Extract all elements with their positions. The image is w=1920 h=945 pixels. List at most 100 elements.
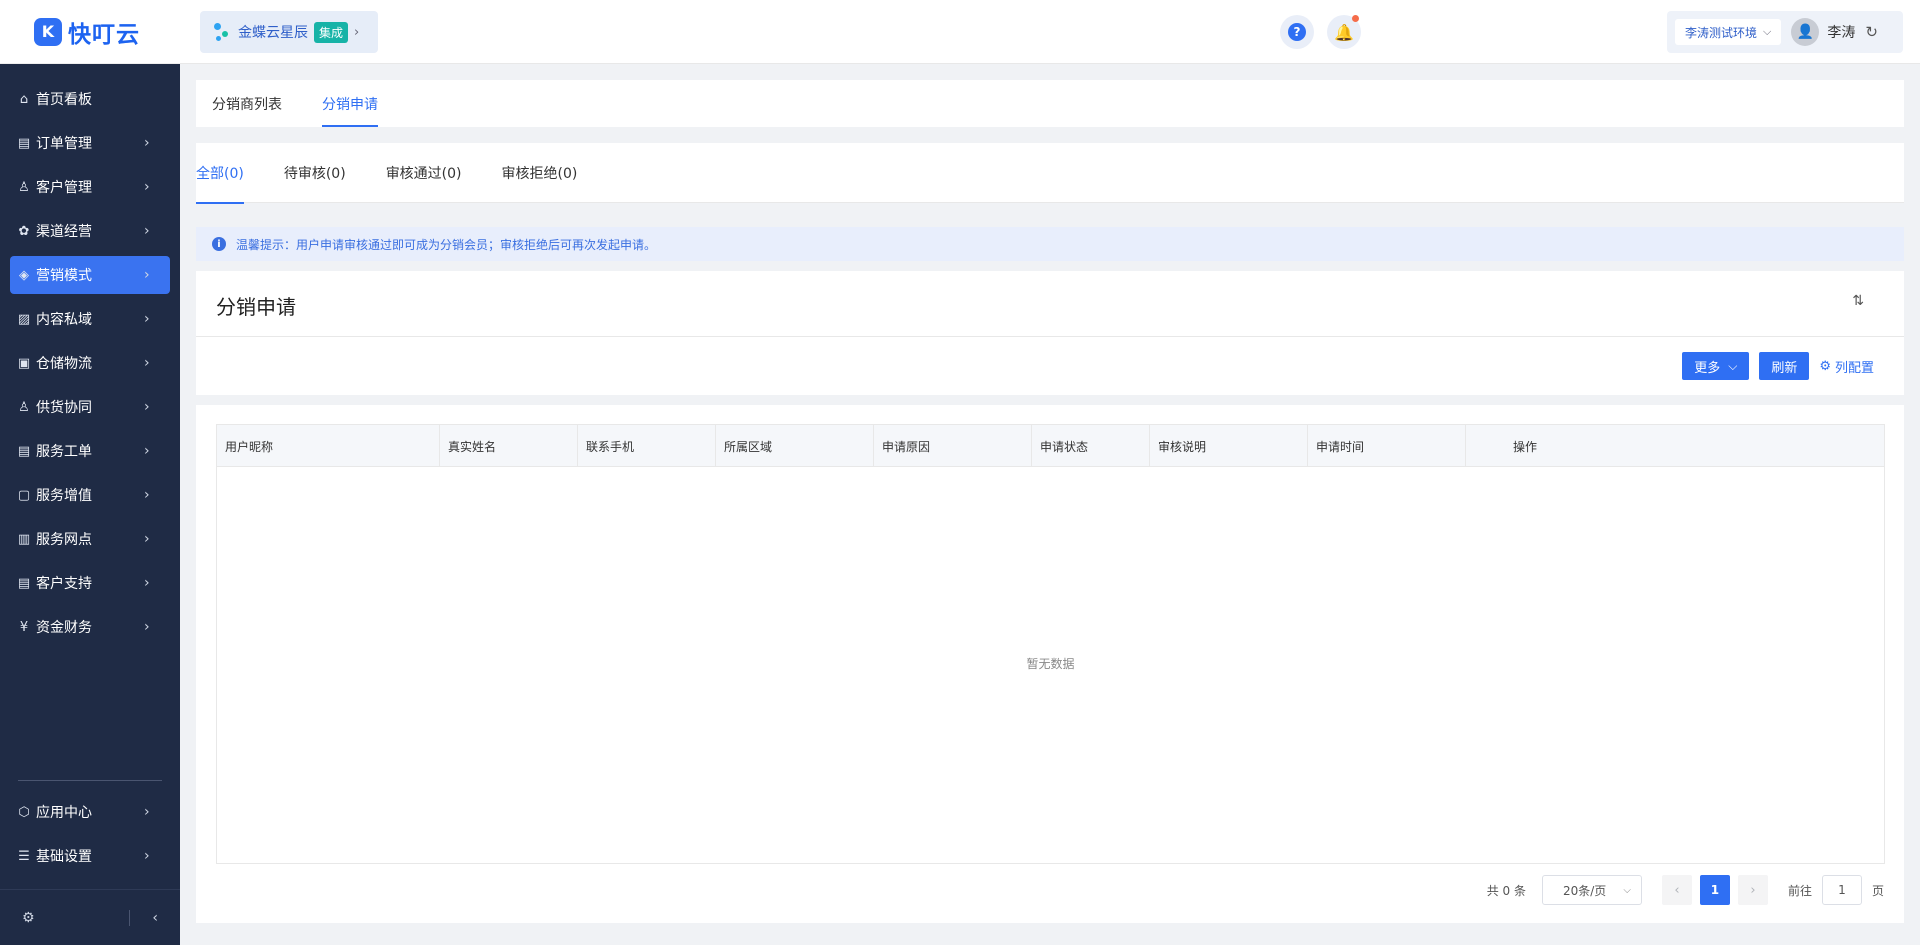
org-switcher[interactable]: 金蝶云星辰 集成 ›	[200, 11, 378, 53]
sidebar-item-1[interactable]: ▤ 订单管理 ›	[10, 124, 170, 162]
empty-state: 暂无数据	[1026, 657, 1075, 671]
nav-icon: ⬡	[18, 804, 30, 820]
notice-text: 温馨提示：用户申请审核通过即可成为分销会员；审核拒绝后可再次发起申请。	[236, 237, 657, 252]
sort-icon[interactable]: ⇅	[1852, 293, 1864, 309]
user-area: 李涛测试环境 ⌵ 👤 李涛 ↻	[1667, 11, 1903, 53]
status-tab-0[interactable]: 全部(0)	[196, 143, 244, 204]
column-config-button[interactable]: ⚙ 列配置	[1819, 357, 1874, 376]
sidebar-bottom-nav: ⬡ 应用中心 › ☰ 基础设置 ›	[0, 793, 180, 881]
page-size-select[interactable]: 20条/页 ⌵	[1541, 875, 1642, 905]
notification-button[interactable]: 🔔	[1327, 15, 1361, 49]
page-number-button[interactable]: 1	[1699, 875, 1730, 905]
refresh-icon[interactable]: ↻	[1865, 23, 1878, 41]
environment-select[interactable]: 李涛测试环境 ⌵	[1675, 19, 1782, 45]
chevron-right-icon: ›	[144, 619, 150, 635]
sidebar-item-6[interactable]: ▣ 仓储物流 ›	[10, 344, 170, 382]
status-tab-3[interactable]: 审核拒绝(0)	[502, 143, 578, 203]
column-header-2[interactable]: 联系手机	[578, 425, 716, 467]
chevron-right-icon: ›	[144, 355, 150, 371]
goto-page: 前往 1 页	[1788, 875, 1884, 905]
chevron-down-icon: ⌵	[1728, 358, 1738, 373]
nav-icon: ▤	[17, 135, 31, 151]
logo-mark-icon: K	[34, 17, 62, 46]
org-logo-icon	[214, 21, 232, 43]
chevron-right-icon: ›	[144, 531, 150, 547]
column-header-5[interactable]: 申请状态	[1032, 425, 1150, 467]
sidebar-item-label: 应用中心	[36, 805, 92, 821]
sidebar-item-3[interactable]: ✿ 渠道经营 ›	[10, 212, 170, 250]
prev-page-button[interactable]: ‹	[1661, 875, 1692, 905]
next-page-button[interactable]: ›	[1737, 875, 1768, 905]
nav-icon: ♙	[18, 399, 30, 415]
column-header-6[interactable]: 审核说明	[1150, 425, 1308, 467]
settings-gear-icon[interactable]: ⚙	[22, 910, 35, 926]
tab-0[interactable]: 分销商列表	[212, 80, 282, 127]
sidebar-bottom-item-0[interactable]: ⬡ 应用中心 ›	[10, 793, 170, 831]
user-name[interactable]: 李涛	[1827, 22, 1855, 42]
chevron-right-icon: ›	[144, 311, 150, 327]
environment-label: 李涛测试环境	[1685, 25, 1758, 40]
gear-icon: ⚙	[1819, 358, 1831, 374]
column-header-0[interactable]: 用户昵称	[217, 425, 440, 467]
sidebar-bottom-item-1[interactable]: ☰ 基础设置 ›	[10, 837, 170, 875]
column-header-1[interactable]: 真实姓名	[440, 425, 578, 467]
table-card: 用户昵称 真实姓名 联系手机 所属区域 申请原因 申请状态 审核说明 申请时间 操作 暂无数据 …	[196, 405, 1904, 923]
nav-icon: ☰	[18, 848, 30, 864]
chevron-right-icon: ›	[144, 223, 150, 239]
chevron-right-icon: ›	[144, 443, 150, 459]
sidebar-item-label: 服务网点	[36, 532, 92, 548]
notice-banner: i 温馨提示：用户申请审核通过即可成为分销会员；审核拒绝后可再次发起申请。	[196, 227, 1904, 261]
sidebar-item-label: 仓储物流	[36, 356, 92, 372]
toolbar: 更多 ⌵ 刷新 ⚙ 列配置	[1682, 352, 1874, 380]
top-tabs: 分销商列表 分销申请	[196, 80, 1904, 127]
sidebar-item-11[interactable]: ▤ 客户支持 ›	[10, 564, 170, 602]
avatar[interactable]: 👤	[1791, 18, 1820, 46]
goto-page-input[interactable]: 1	[1821, 875, 1862, 905]
status-tabs: 全部(0) 待审核(0) 审核通过(0) 审核拒绝(0)	[196, 143, 1904, 204]
column-header-8[interactable]: 操作	[1466, 425, 1584, 467]
sidebar-item-label: 订单管理	[36, 136, 92, 152]
sidebar-item-12[interactable]: ¥ 资金财务 ›	[10, 608, 170, 646]
sidebar-item-8[interactable]: ▤ 服务工单 ›	[10, 432, 170, 470]
nav-icon: ▢	[17, 487, 31, 503]
nav-icon: ▣	[17, 355, 31, 371]
chevron-right-icon: ›	[144, 575, 150, 591]
nav-icon: ▤	[17, 575, 31, 591]
sidebar-nav: ⌂ 首页看板 ▤ 订单管理 › ♙ 客户管理 › ✿ 渠道经营 › ◈ 营销模式 › ▨ 内容私域 › ▣ 仓储物流…	[0, 64, 180, 646]
logo[interactable]: K 快叮云	[0, 0, 180, 64]
nav-icon: ✿	[18, 223, 30, 239]
title-divider	[196, 336, 1904, 337]
sidebar-item-label: 渠道经营	[36, 224, 92, 240]
total-count: 共 0 条	[1486, 883, 1526, 898]
sidebar-item-label: 供货协同	[36, 400, 92, 416]
more-button[interactable]: 更多 ⌵	[1682, 352, 1750, 380]
chevron-down-icon: ⌵	[1763, 25, 1772, 38]
sidebar-item-10[interactable]: ▥ 服务网点 ›	[10, 520, 170, 558]
column-header-7[interactable]: 申请时间	[1308, 425, 1466, 467]
page-title: 分销申请	[216, 295, 296, 319]
chevron-right-icon: ›	[144, 135, 150, 151]
sidebar-item-7[interactable]: ♙ 供货协同 ›	[10, 388, 170, 426]
sidebar-item-5[interactable]: ▨ 内容私域 ›	[10, 300, 170, 338]
column-header-4[interactable]: 申请原因	[874, 425, 1032, 467]
refresh-button[interactable]: 刷新	[1759, 352, 1810, 380]
sidebar-item-label: 服务增值	[36, 488, 92, 504]
sidebar-item-9[interactable]: ▢ 服务增值 ›	[10, 476, 170, 514]
status-tab-1[interactable]: 待审核(0)	[284, 143, 346, 203]
sidebar-item-2[interactable]: ♙ 客户管理 ›	[10, 168, 170, 206]
integration-badge: 集成	[314, 21, 349, 43]
column-header-3[interactable]: 所属区域	[716, 425, 874, 467]
help-button[interactable]: ?	[1280, 15, 1314, 49]
sidebar-item-4[interactable]: ◈ 营销模式 ›	[10, 256, 170, 294]
sidebar-item-0[interactable]: ⌂ 首页看板	[10, 80, 170, 118]
status-tab-2[interactable]: 审核通过(0)	[386, 143, 462, 203]
sidebar-item-label: 基础设置	[36, 849, 92, 865]
collapse-sidebar-icon[interactable]: ‹	[152, 910, 158, 926]
info-icon: i	[212, 237, 226, 251]
nav-icon: ¥	[19, 619, 29, 635]
table-header: 用户昵称 真实姓名 联系手机 所属区域 申请原因 申请状态 审核说明 申请时间 操作	[217, 425, 1884, 467]
sidebar-item-label: 资金财务	[36, 620, 92, 636]
tab-1[interactable]: 分销申请	[322, 80, 378, 127]
footer-separator	[129, 909, 131, 926]
help-icon: ?	[1288, 23, 1306, 41]
